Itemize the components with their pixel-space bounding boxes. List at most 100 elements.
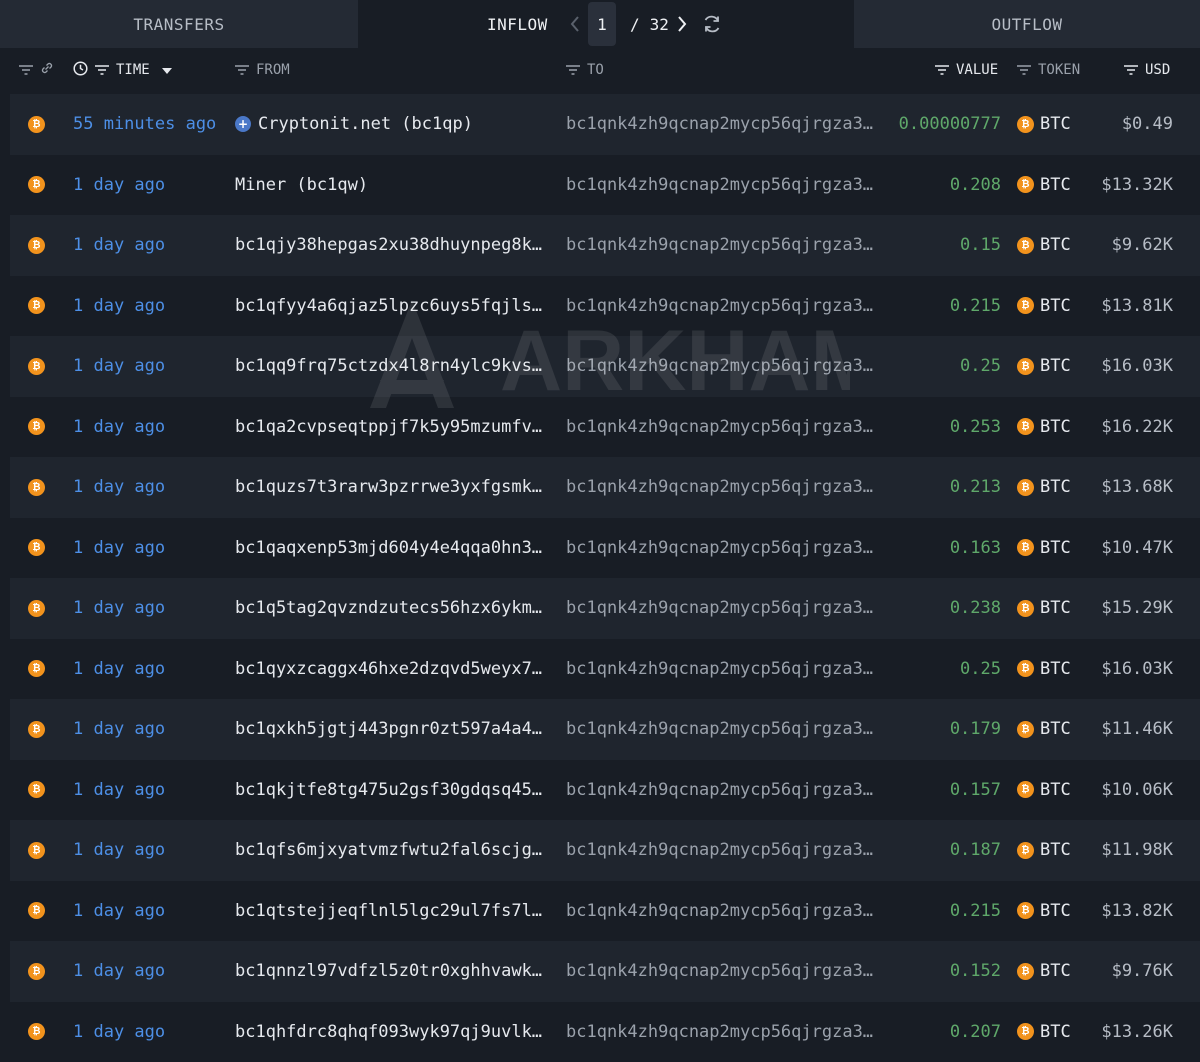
bitcoin-icon: ₿ xyxy=(28,1023,45,1040)
table-row[interactable]: ₿ 1 day agobc1qaqxenp53mjd604y4e4qqa0hn3…… xyxy=(10,518,1200,579)
time-link[interactable]: 1 day ago xyxy=(73,336,233,396)
time-link[interactable]: 55 minutes ago xyxy=(73,94,233,154)
refresh-icon[interactable] xyxy=(700,12,724,36)
from-address-link[interactable]: bc1qaqxenp53mjd604y4e4qqa0hn3… xyxy=(235,518,553,578)
caret-down-icon[interactable] xyxy=(162,62,172,78)
filter-icon[interactable] xyxy=(1123,64,1139,76)
chevron-right-icon[interactable] xyxy=(673,12,691,36)
table-row[interactable]: ₿1 day agobc1q5tag2qvzndzutecs56hzx6ykm…… xyxy=(10,578,1200,639)
time-column-header[interactable]: TIME xyxy=(73,48,172,92)
table-row[interactable]: ₿ 1 day agobc1qfs6mjxyatvmzfwtu2fal6scjg…… xyxy=(10,820,1200,881)
to-address-link[interactable]: bc1qnk4zh9qcnap2mycp56qjrgza3… xyxy=(566,760,886,820)
time-link[interactable]: 1 day ago xyxy=(73,1002,233,1062)
time-link[interactable]: 1 day ago xyxy=(73,518,233,578)
from-address-link[interactable]: bc1quzs7t3rarw3pzrrwe3yxfgsmk… xyxy=(235,457,553,517)
time-link[interactable]: 1 day ago xyxy=(73,699,233,759)
value-cell: 0.253 xyxy=(880,397,1001,457)
to-address-link[interactable]: bc1qnk4zh9qcnap2mycp56qjrgza3… xyxy=(566,336,886,396)
time-link[interactable]: 1 day ago xyxy=(73,215,233,275)
value-column-header[interactable]: VALUE xyxy=(934,48,998,92)
time-link[interactable]: 1 day ago xyxy=(73,820,233,880)
table-row[interactable]: ₿1 day agobc1qxkh5jgtj443pgnr0zt597a4a4…… xyxy=(10,699,1200,760)
table-row[interactable]: ₿ 1 day agoMiner (bc1qw)bc1qnk4zh9qcnap2m… xyxy=(10,155,1200,216)
bitcoin-icon: ₿ xyxy=(1017,539,1034,556)
filter-icon[interactable] xyxy=(18,64,34,76)
page-current-input[interactable]: 1 xyxy=(588,2,616,46)
usd-column-header[interactable]: USD xyxy=(1123,48,1170,92)
bitcoin-icon: ₿ xyxy=(28,539,45,556)
page-separator: / xyxy=(630,15,640,34)
chain-cell: ₿ xyxy=(28,457,48,517)
tab-transfers[interactable]: TRANSFERS xyxy=(0,0,358,48)
to-address-link[interactable]: bc1qnk4zh9qcnap2mycp56qjrgza3… xyxy=(566,457,886,517)
to-address-link[interactable]: bc1qnk4zh9qcnap2mycp56qjrgza3… xyxy=(566,397,886,457)
time-link[interactable]: 1 day ago xyxy=(73,397,233,457)
to-address-link[interactable]: bc1qnk4zh9qcnap2mycp56qjrgza3… xyxy=(566,276,886,336)
table-row[interactable]: ₿1 day agobc1qa2cvpseqtppjf7k5y95mzumfv…… xyxy=(10,397,1200,458)
table-row[interactable]: ₿55 minutes ago+Cryptonit.net (bc1qp)bc1… xyxy=(10,94,1200,155)
to-address-link[interactable]: bc1qnk4zh9qcnap2mycp56qjrgza3… xyxy=(566,94,886,154)
from-address-link[interactable]: bc1qtstejjeqflnl5lgc29ul7fs7l… xyxy=(235,881,553,941)
token-column-header[interactable]: TOKEN xyxy=(1016,48,1080,92)
to-address-link[interactable]: bc1qnk4zh9qcnap2mycp56qjrgza3… xyxy=(566,820,886,880)
to-address-link[interactable]: bc1qnk4zh9qcnap2mycp56qjrgza3… xyxy=(566,881,886,941)
table-row[interactable]: ₿1 day agobc1qnnzl97vdfzl5z0tr0xghhvawk…… xyxy=(10,941,1200,1002)
from-address-link[interactable]: bc1qhfdrc8qhqf093wyk97qj9uvlk… xyxy=(235,1002,553,1062)
from-address-link[interactable]: bc1q5tag2qvzndzutecs56hzx6ykm… xyxy=(235,578,553,638)
bitcoin-icon: ₿ xyxy=(1017,842,1034,859)
from-address-link[interactable]: Miner (bc1qw) xyxy=(235,155,553,215)
time-link[interactable]: 1 day ago xyxy=(73,578,233,638)
table-row[interactable]: ₿ 1 day agobc1qtstejjeqflnl5lgc29ul7fs7l…… xyxy=(10,881,1200,942)
from-address-link[interactable]: bc1qkjtfe8tg475u2gsf30gdqsq45… xyxy=(235,760,553,820)
table-row[interactable]: ₿1 day agobc1qyxzcaggx46hxe2dzqvd5weyx7…… xyxy=(10,639,1200,700)
to-address-link[interactable]: bc1qnk4zh9qcnap2mycp56qjrgza3… xyxy=(566,215,886,275)
table-row[interactable]: ₿ 1 day agobc1qhfdrc8qhqf093wyk97qj9uvlk…… xyxy=(10,1002,1200,1062)
time-link[interactable]: 1 day ago xyxy=(73,881,233,941)
filter-icon[interactable] xyxy=(1016,64,1032,76)
time-link[interactable]: 1 day ago xyxy=(73,941,233,1001)
to-address-link[interactable]: bc1qnk4zh9qcnap2mycp56qjrgza3… xyxy=(566,578,886,638)
time-link[interactable]: 1 day ago xyxy=(73,639,233,699)
to-address-link[interactable]: bc1qnk4zh9qcnap2mycp56qjrgza3… xyxy=(566,639,886,699)
to-address-link[interactable]: bc1qnk4zh9qcnap2mycp56qjrgza3… xyxy=(566,1002,886,1062)
usd-cell: $16.03K xyxy=(1080,336,1173,396)
tab-outflow[interactable]: OUTFLOW xyxy=(854,0,1200,48)
filter-icon[interactable] xyxy=(565,64,581,76)
link-icon[interactable] xyxy=(40,61,54,79)
to-column-header[interactable]: TO xyxy=(565,48,604,92)
time-link[interactable]: 1 day ago xyxy=(73,457,233,517)
from-address-link[interactable]: bc1qfs6mjxyatvmzfwtu2fal6scjg… xyxy=(235,820,553,880)
from-address-link[interactable]: bc1qyxzcaggx46hxe2dzqvd5weyx7… xyxy=(235,639,553,699)
table-row[interactable]: ₿1 day agobc1qq9frq75ctzdx4l8rn4ylc9kvs…… xyxy=(10,336,1200,397)
to-address-link[interactable]: bc1qnk4zh9qcnap2mycp56qjrgza3… xyxy=(566,941,886,1001)
chevron-left-icon[interactable] xyxy=(566,12,584,36)
from-address-text: bc1qkjtfe8tg475u2gsf30gdqsq45… xyxy=(235,780,542,800)
table-row[interactable]: ₿ 1 day agobc1quzs7t3rarw3pzrrwe3yxfgsmk…… xyxy=(10,457,1200,518)
to-address-link[interactable]: bc1qnk4zh9qcnap2mycp56qjrgza3… xyxy=(566,699,886,759)
from-address-link[interactable]: +Cryptonit.net (bc1qp) xyxy=(235,94,553,154)
time-link[interactable]: 1 day ago xyxy=(73,276,233,336)
filter-icon[interactable] xyxy=(94,64,110,76)
bitcoin-icon: ₿ xyxy=(1017,902,1034,919)
chain-cell: ₿ xyxy=(28,155,48,215)
from-column-header[interactable]: FROM xyxy=(234,48,290,92)
from-address-link[interactable]: bc1qnnzl97vdfzl5z0tr0xghhvawk… xyxy=(235,941,553,1001)
to-address-link[interactable]: bc1qnk4zh9qcnap2mycp56qjrgza3… xyxy=(566,155,886,215)
from-address-link[interactable]: bc1qa2cvpseqtppjf7k5y95mzumfv… xyxy=(235,397,553,457)
from-address-link[interactable]: bc1qxkh5jgtj443pgnr0zt597a4a4… xyxy=(235,699,553,759)
from-address-link[interactable]: bc1qjy38hepgas2xu38dhuynpeg8k… xyxy=(235,215,553,275)
table-row[interactable]: ₿1 day agobc1qfyy4a6qjaz5lpzc6uys5fqjls…… xyxy=(10,276,1200,337)
from-address-link[interactable]: bc1qfyy4a6qjaz5lpzc6uys5fqjls… xyxy=(235,276,553,336)
tab-inflow[interactable]: INFLOW xyxy=(487,0,548,48)
token-symbol: BTC xyxy=(1040,417,1071,437)
time-link[interactable]: 1 day ago xyxy=(73,760,233,820)
pagination: 1 / 32 xyxy=(566,0,691,48)
filter-icon[interactable] xyxy=(934,64,950,76)
from-address-link[interactable]: bc1qq9frq75ctzdx4l8rn4ylc9kvs… xyxy=(235,336,553,396)
table-row[interactable]: ₿1 day agobc1qkjtfe8tg475u2gsf30gdqsq45…… xyxy=(10,760,1200,821)
table-row[interactable]: ₿1 day agobc1qjy38hepgas2xu38dhuynpeg8k…… xyxy=(10,215,1200,276)
filter-icon[interactable] xyxy=(234,64,250,76)
to-address-link[interactable]: bc1qnk4zh9qcnap2mycp56qjrgza3… xyxy=(566,518,886,578)
time-link[interactable]: 1 day ago xyxy=(73,155,233,215)
value-cell: 0.25 xyxy=(880,336,1001,396)
